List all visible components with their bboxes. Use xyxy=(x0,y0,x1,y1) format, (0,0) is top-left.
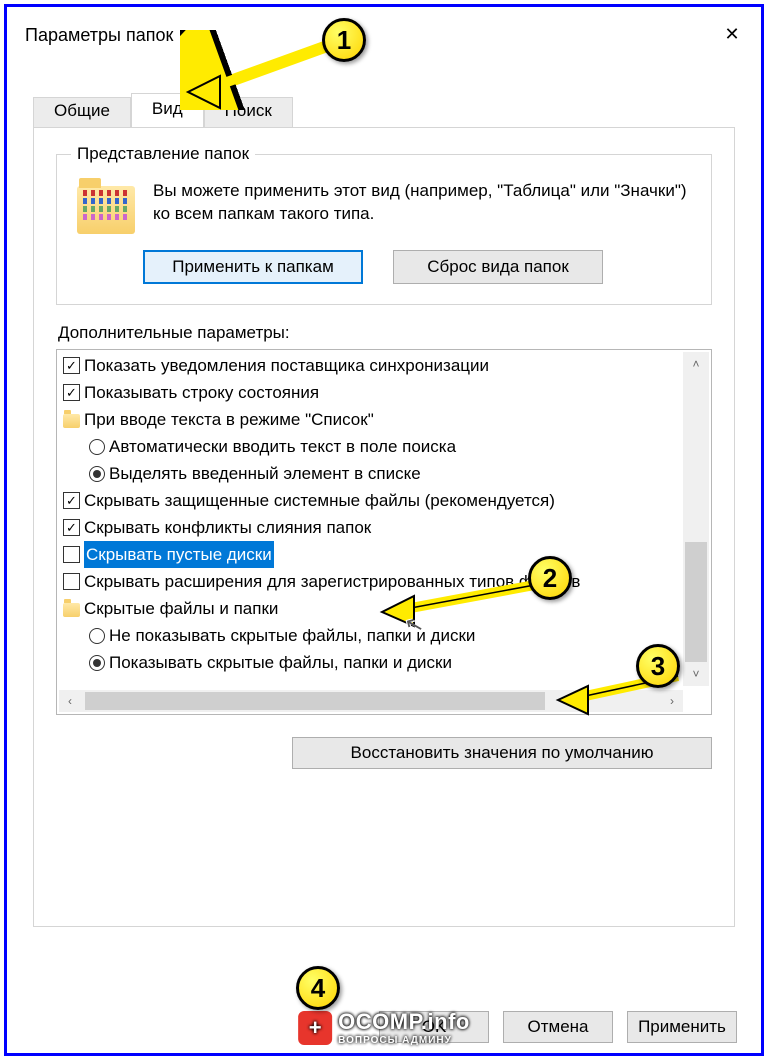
list-item[interactable]: Автоматически вводить текст в поле поиск… xyxy=(61,433,679,460)
annotation-badge-1: 1 xyxy=(322,18,366,62)
restore-defaults-button[interactable]: Восстановить значения по умолчанию xyxy=(292,737,712,769)
list-item-selected[interactable]: Скрывать пустые диски xyxy=(61,541,679,568)
checkbox-icon[interactable] xyxy=(63,519,80,536)
radio-icon[interactable] xyxy=(89,439,105,455)
list-item[interactable]: Выделять введенный элемент в списке xyxy=(61,460,679,487)
list-item-label: Показывать скрытые файлы, папки и диски xyxy=(109,649,452,676)
checkbox-icon[interactable] xyxy=(63,492,80,509)
apply-button[interactable]: Применить xyxy=(627,1011,737,1043)
list-item-label: Показывать строку состояния xyxy=(84,379,319,406)
close-icon[interactable]: ✕ xyxy=(721,24,743,46)
list-item-label: Показать уведомления поставщика синхрони… xyxy=(84,352,489,379)
list-item-label: Скрытые файлы и папки xyxy=(84,595,278,622)
folder-views-description: Вы можете применить этот вид (например, … xyxy=(153,180,697,226)
list-item-label: При вводе текста в режиме "Список" xyxy=(84,406,374,433)
scroll-up-icon[interactable]: ˄ xyxy=(683,352,709,376)
scrollbar-vertical[interactable]: ˄ ˅ xyxy=(683,352,709,686)
advanced-settings-list[interactable]: Показать уведомления поставщика синхрони… xyxy=(56,349,712,715)
annotation-badge-2: 2 xyxy=(528,556,572,600)
list-item-label: Скрывать конфликты слияния папок xyxy=(84,514,371,541)
window-title: Параметры папок xyxy=(25,25,173,46)
list-item-label: Автоматически вводить текст в поле поиск… xyxy=(109,433,456,460)
list-item-label: Выделять введенный элемент в списке xyxy=(109,460,421,487)
watermark-icon: + xyxy=(298,1011,332,1045)
radio-icon[interactable] xyxy=(89,655,105,671)
watermark: + OCOMP.info ВОПРОСЫ АДМИНУ xyxy=(298,1009,470,1046)
cancel-button[interactable]: Отмена xyxy=(503,1011,613,1043)
annotation-badge-4: 4 xyxy=(296,966,340,1010)
list-item-label: Скрывать защищенные системные файлы (рек… xyxy=(84,487,555,514)
list-item[interactable]: Скрывать защищенные системные файлы (рек… xyxy=(61,487,679,514)
checkbox-icon[interactable] xyxy=(63,357,80,374)
scroll-left-icon[interactable]: ‹ xyxy=(59,690,81,712)
folder-icon xyxy=(77,186,135,234)
annotation-badge-3: 3 xyxy=(636,644,680,688)
folder-views-legend: Представление папок xyxy=(71,144,255,164)
checkbox-icon[interactable] xyxy=(63,546,80,563)
reset-folders-button[interactable]: Сброс вида папок xyxy=(393,250,603,284)
apply-to-folders-button[interactable]: Применить к папкам xyxy=(143,250,363,284)
tabs: Общие Вид Поиск xyxy=(33,91,761,127)
tab-general[interactable]: Общие xyxy=(33,97,131,127)
scrollbar-thumb[interactable] xyxy=(85,692,545,710)
watermark-text: OCOMP.info xyxy=(338,1009,470,1034)
list-item[interactable]: Скрывать конфликты слияния папок xyxy=(61,514,679,541)
advanced-settings-label: Дополнительные параметры: xyxy=(58,323,712,343)
folder-views-group: Представление папок Вы можете применить … xyxy=(56,144,712,305)
list-item[interactable]: Показать уведомления поставщика синхрони… xyxy=(61,352,679,379)
radio-icon[interactable] xyxy=(89,466,105,482)
list-item-group: При вводе текста в режиме "Список" xyxy=(61,406,679,433)
folder-icon xyxy=(63,603,80,617)
scrollbar-thumb[interactable] xyxy=(685,542,707,662)
annotation-arrow xyxy=(548,666,708,716)
list-item-label: Скрывать пустые диски xyxy=(84,541,274,568)
checkbox-icon[interactable] xyxy=(63,573,80,590)
radio-icon[interactable] xyxy=(89,628,105,644)
checkbox-icon[interactable] xyxy=(63,384,80,401)
folder-icon xyxy=(63,414,80,428)
list-item[interactable]: Показывать строку состояния xyxy=(61,379,679,406)
watermark-subtext: ВОПРОСЫ АДМИНУ xyxy=(338,1035,470,1046)
tab-page-view: Представление папок Вы можете применить … xyxy=(33,127,735,927)
